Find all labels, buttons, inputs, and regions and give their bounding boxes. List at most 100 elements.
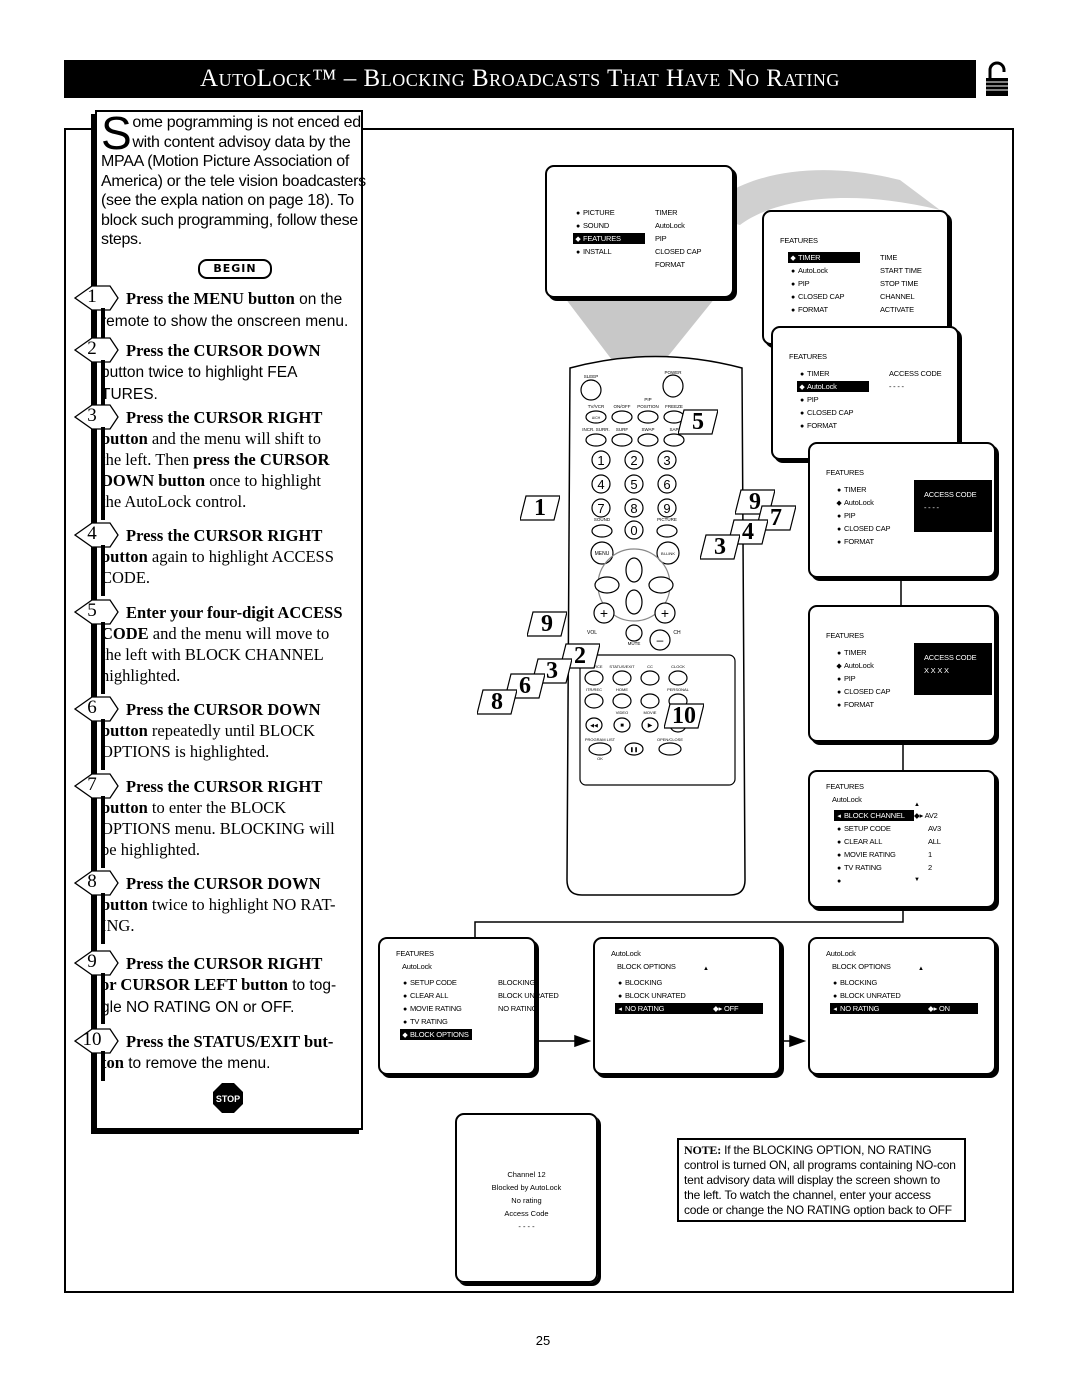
step-body-text: OPTIONS is highlighted.	[101, 742, 270, 761]
menu-title: FEATURES	[789, 352, 827, 361]
remote-button-surf[interactable]	[611, 433, 633, 447]
remote-button-itrrec[interactable]	[584, 693, 604, 709]
remote-button-home[interactable]	[612, 693, 632, 709]
step-line: remote to show the onscreen menu.	[101, 310, 363, 332]
program-list-button[interactable]	[588, 742, 612, 756]
step-line: Press the CURSOR DOWN	[126, 699, 363, 720]
step-number: 1	[87, 286, 97, 307]
menu-item-label: CLOSED CAP	[798, 292, 845, 301]
step-bold-text: button	[101, 798, 148, 817]
remote-label: INCR. SURR.	[582, 427, 610, 432]
digit-label: 1	[597, 453, 604, 468]
menu-row: ● FORMAT	[797, 420, 837, 431]
remote-button-cc[interactable]	[640, 670, 660, 686]
picture-button[interactable]	[656, 524, 678, 538]
bullet-icon: ●	[799, 410, 805, 417]
arrow-down-icon: ▼	[914, 877, 920, 883]
remote-button-source[interactable]	[584, 670, 604, 686]
step-bold-text: Press the MENU button	[126, 289, 295, 308]
menu-item-label: PIP	[807, 395, 819, 404]
remote-label: SURF	[616, 427, 629, 432]
mute-button[interactable]	[625, 624, 643, 642]
step-bar	[101, 545, 105, 596]
menu-title: FEATURES	[826, 468, 864, 477]
menu-item-label: FORMAT	[807, 421, 837, 430]
menu-screen-access-code-empty: FEATURES ● TIMER ◆ AutoLock ● PIP ● CLOSED CAP ● F…	[808, 442, 996, 578]
menu-item-value: PIP	[655, 234, 667, 243]
step-line: the left. Then press the CURSOR	[101, 449, 363, 470]
menu-item-value: FORMAT	[655, 260, 685, 269]
cursor-up-button[interactable]	[625, 557, 643, 583]
menu-item-label: AutoLock	[844, 661, 874, 670]
step-text: Press the CURSOR RIGHT button and the men…	[101, 407, 363, 512]
menu-row: ● TV RATING	[834, 862, 882, 873]
step-callout-9: 9	[527, 610, 567, 638]
step-line: Press the STATUS/EXIT but-	[126, 1031, 363, 1052]
step-body-text: to tog-	[287, 977, 337, 994]
remote-label: TV/VCR	[588, 404, 605, 409]
step-number: 5	[87, 600, 97, 621]
bullet-icon: ●	[799, 397, 805, 404]
menu-row: ● PICTURE	[573, 207, 615, 218]
blocked-screen-line: Access Code	[504, 1209, 549, 1218]
step-line: button twice to highlight NO RAT-	[101, 894, 363, 915]
arrow-left-icon: ◂	[837, 813, 841, 820]
menu-item-value: START TIME	[880, 266, 922, 275]
remote-button-swap[interactable]	[637, 433, 659, 447]
step-number-badge: 4	[74, 522, 120, 548]
cursor-down-button[interactable]	[625, 589, 643, 615]
menu-row: ◆ TIMER	[788, 252, 860, 263]
step-callout-1: 1	[520, 494, 560, 522]
remote-label: STATUS/EXIT	[609, 664, 635, 669]
menu-screen-no-rating-on: AutoLock BLOCK OPTIONS ● BLOCKING ● BLOCK UNR…	[808, 937, 996, 1075]
remote-label: PROGRAM LIST	[585, 737, 616, 742]
bullet-icon: ●	[836, 826, 842, 833]
menu-item-value: 1	[928, 850, 932, 859]
step-number-badge: 3	[74, 404, 120, 430]
intro-text: ome pogramming is not enced ed with cont…	[101, 114, 366, 248]
menu-item-label: SETUP CODE	[410, 978, 457, 987]
remote-label: SLEEP	[584, 374, 599, 379]
step-line: highlighted.	[101, 665, 363, 686]
access-code-box: ACCESS CODE - - - -	[914, 480, 992, 532]
remote-button-statusexit[interactable]	[612, 670, 632, 686]
menu-item-label: AutoLock	[798, 266, 828, 275]
step-line: be highlighted.	[101, 839, 363, 860]
step-body-text: once to highlight	[205, 471, 322, 490]
bullet-icon: ●	[575, 210, 581, 217]
cursor-right-button[interactable]	[648, 576, 674, 594]
step-line: Press the CURSOR DOWN	[126, 873, 363, 894]
remote-button-clock[interactable]	[668, 670, 688, 686]
step-line: CODE and the menu will move to	[101, 623, 363, 644]
remote-button-onoff[interactable]	[611, 410, 633, 424]
step-body-text: the AutoLock control.	[101, 492, 247, 511]
power-button[interactable]	[662, 374, 684, 398]
open-close-button[interactable]	[658, 742, 682, 756]
remote-label: BI-LINK	[661, 551, 675, 556]
step-line: or CURSOR LEFT button to tog-	[101, 974, 363, 996]
step-number: 2	[87, 338, 97, 359]
step-bold-text: Press the CURSOR RIGHT	[126, 777, 323, 796]
cursor-left-button[interactable]	[594, 576, 620, 594]
remote-button-incrsurr[interactable]	[585, 433, 607, 447]
step-body-text: gle NO RATING ON or OFF.	[101, 999, 295, 1016]
remote-label: PERSONAL	[667, 687, 690, 692]
step-number-badge: 9	[74, 950, 120, 976]
remote-button-blank[interactable]	[640, 693, 660, 709]
step-bold-text: Press the CURSOR RIGHT	[126, 526, 323, 545]
stop-sign-icon: STOP	[213, 1083, 243, 1113]
step-10: 10 Press the STATUS/EXIT but-ton to remov…	[74, 1028, 363, 1081]
menu-item-label: TIMER	[807, 369, 830, 378]
step-3: 3 Press the CURSOR RIGHT button and the me…	[74, 404, 363, 520]
remote-button-position[interactable]	[637, 410, 659, 424]
step-number: 10	[82, 1029, 102, 1050]
remote-label: VIDEO	[616, 710, 628, 715]
sleep-button[interactable]	[580, 379, 602, 401]
menu-title: FEATURES	[826, 782, 864, 791]
arrow-up-icon: ▲	[703, 966, 709, 972]
sound-button[interactable]	[591, 524, 613, 538]
remote-label: HOME	[616, 687, 628, 692]
menu-subtitle: BLOCK OPTIONS	[617, 962, 676, 971]
menu-item-label: BLOCKING	[625, 978, 663, 987]
menu-title: AutoLock	[611, 949, 641, 958]
